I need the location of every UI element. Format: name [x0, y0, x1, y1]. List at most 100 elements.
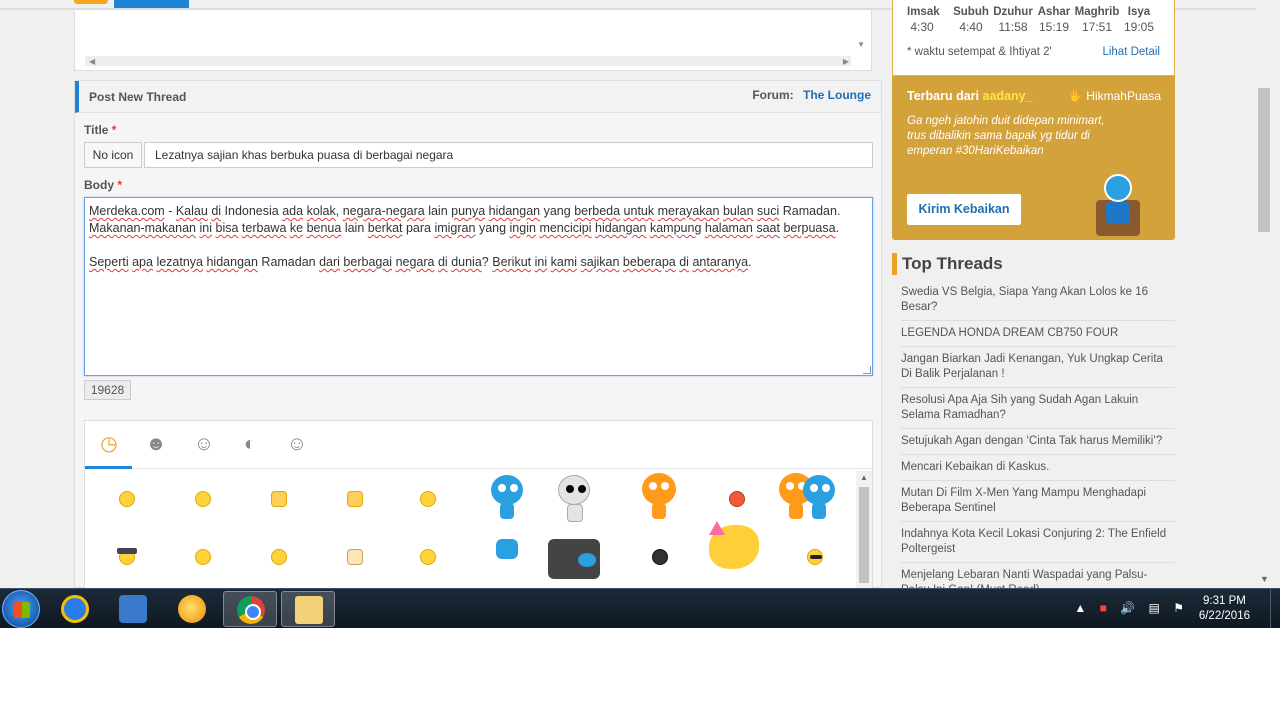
cool-emoticon[interactable] [785, 529, 845, 585]
taskbar-clock[interactable]: 9:31 PM 6/22/2016 [1199, 594, 1250, 624]
neutral-emoticon[interactable] [398, 529, 458, 585]
taskbar-file-explorer[interactable] [281, 591, 335, 627]
kirim-kebaikan-button[interactable]: Kirim Kebaikan [907, 194, 1021, 225]
emoticon-scrollbar[interactable]: ▲ [856, 471, 872, 588]
prayer-name: Ashar [1037, 6, 1071, 18]
clock-icon[interactable]: ◷ [94, 431, 124, 457]
body-text: para [402, 221, 435, 235]
misspelled-word: apa [132, 255, 153, 269]
scroll-up-arrow-icon[interactable]: ▲ [860, 473, 868, 482]
blue-character-emoticon[interactable] [479, 471, 539, 527]
group-emoticon-icon[interactable]: ☻ [141, 431, 171, 457]
show-hidden-icons-icon[interactable]: ▲ [1074, 601, 1086, 615]
misspelled-word: ini [199, 221, 213, 235]
prayer-detail-link[interactable]: Lihat Detail [1102, 46, 1160, 58]
blue-face-emoticon[interactable] [479, 529, 539, 585]
chrome-icon [237, 596, 265, 624]
prayer-name: Dzuhur [993, 6, 1033, 18]
taskbar-chrome[interactable] [223, 591, 277, 627]
thumbs-down-emoticon[interactable] [325, 471, 385, 527]
title-input[interactable] [144, 142, 873, 168]
character-emoticon-icon[interactable]: ☺ [189, 431, 219, 457]
thread-link[interactable]: Resolusi Apa Aja Sih yang Sudah Agan Lak… [901, 392, 1175, 429]
page-scrollbar[interactable]: ▼ [1256, 0, 1272, 588]
hat-emoticon[interactable] [97, 529, 157, 585]
scroll-down-arrow-icon[interactable]: ▼ [1260, 574, 1269, 584]
hug-emoticon[interactable] [173, 471, 233, 527]
orb-app-icon [178, 595, 206, 623]
prayer-col-isya: Isya 19:05 [1122, 6, 1156, 34]
misspelled-word: di [437, 255, 448, 269]
thread-link[interactable]: Menjelang Lebaran Nanti Waspadai yang Pa… [901, 567, 1175, 588]
volume-icon[interactable]: 🔊 [1120, 601, 1135, 615]
tuk-tuk-emoticon[interactable] [540, 529, 600, 585]
smile-emoticon[interactable] [97, 471, 157, 527]
show-desktop-button[interactable] [1270, 589, 1280, 629]
hand-emoticon[interactable] [325, 529, 385, 585]
body-text: , [335, 204, 343, 218]
body-text: Ramadan [257, 255, 320, 269]
title-label: Title * [84, 123, 116, 137]
thread-link[interactable]: Jangan Biarkan Jadi Kenangan, Yuk Ungkap… [901, 351, 1175, 388]
page-scroll-thumb[interactable] [1258, 88, 1270, 232]
misspelled-word: berkat [367, 221, 403, 235]
misspelled-word: ke [289, 221, 304, 235]
taskbar-orb-app[interactable] [165, 591, 219, 627]
birthday-emoticon[interactable] [703, 521, 763, 577]
misspelled-word: kampung [649, 221, 702, 235]
orange-character-emoticon[interactable] [630, 471, 690, 527]
icon-select-button[interactable]: No icon [84, 142, 142, 168]
network-icon[interactable]: ▤ [1149, 601, 1160, 615]
post-header: Post New Thread Forum: The Lounge [75, 81, 881, 113]
active-tab-indicator [85, 466, 132, 469]
system-tray: ▲ ■ 🔊 ▤ ⚑ [1074, 601, 1194, 615]
prayer-name: Subuh [953, 6, 989, 18]
misspelled-word: mencicipi [539, 221, 592, 235]
misspelled-word: berbeda [574, 204, 621, 218]
promo-username[interactable]: aadany_ [983, 89, 1033, 103]
thread-link[interactable]: Mencari Kebaikan di Kaskus. [901, 459, 1175, 481]
thumbs-up-emoticon[interactable] [249, 471, 309, 527]
mouse-emoticon-icon[interactable]: ◐ [235, 431, 265, 457]
thread-link[interactable]: LEGENDA HONDA DREAM CB750 FOUR [901, 325, 1175, 347]
scroll-down-arrow-icon[interactable]: ▼ [857, 40, 865, 49]
horizontal-scrollbar[interactable] [85, 56, 851, 66]
scroll-right-arrow-icon[interactable]: ▶ [843, 57, 849, 66]
thread-link[interactable]: Swedia VS Belgia, Siapa Yang Akan Lolos … [901, 284, 1175, 321]
body-label: Body * [84, 178, 122, 192]
surprised-emoticon[interactable] [173, 529, 233, 585]
misspelled-word: merayakan [657, 204, 720, 218]
thread-link[interactable]: Mutan Di Film X-Men Yang Mampu Menghadap… [901, 485, 1175, 522]
grin-emoticon-icon[interactable]: ☺ [282, 431, 312, 457]
flag-icon[interactable]: ⚑ [1173, 601, 1184, 615]
windows-taskbar: ▲ ■ 🔊 ▤ ⚑ 9:31 PM 6/22/2016 [0, 588, 1280, 629]
thread-link[interactable]: Setujukah Agan dengan ‘Cinta Tak harus M… [901, 433, 1175, 455]
body-textarea[interactable]: Merdeka.com - Kalau di Indonesia ada kol… [84, 197, 873, 376]
hand-icon: ✋ [1068, 89, 1083, 103]
browser-viewport: ▼ ◀ ▶ Post New Thread Forum: The Lounge … [0, 0, 1280, 588]
emoticon-scroll-thumb[interactable] [859, 487, 869, 583]
character-counter: 19628 [84, 380, 131, 400]
misspelled-word: sajikan [580, 255, 620, 269]
prayer-time: 19:05 [1123, 20, 1155, 34]
taskbar-media-player[interactable] [106, 591, 160, 627]
shocked-emoticon[interactable] [398, 471, 458, 527]
misspelled-word: di [211, 204, 222, 218]
misspelled-word: saat [756, 221, 780, 235]
promo-quote: Ga ngeh jatohin duit didepan minimart, t… [907, 115, 1105, 157]
top-blue-tab[interactable] [114, 0, 189, 8]
thread-link[interactable]: Indahnya Kota Kecil Lokasi Conjuring 2: … [901, 526, 1175, 563]
taskbar-internet-explorer[interactable] [48, 591, 102, 627]
body-text: yang [475, 221, 510, 235]
white-character-emoticon[interactable] [546, 471, 606, 527]
kiss-emoticon[interactable] [249, 529, 309, 585]
forum-link[interactable]: The Lounge [803, 88, 871, 102]
top-orange-tab[interactable] [74, 0, 108, 4]
security-icon[interactable]: ■ [1100, 601, 1107, 615]
start-button[interactable] [2, 590, 40, 628]
orange-blue-pair-emoticon[interactable] [775, 471, 835, 527]
scroll-left-arrow-icon[interactable]: ◀ [89, 57, 95, 66]
resize-handle[interactable] [863, 366, 871, 374]
bird-emoticon[interactable] [630, 529, 690, 585]
angry-emoticon[interactable] [707, 471, 767, 527]
